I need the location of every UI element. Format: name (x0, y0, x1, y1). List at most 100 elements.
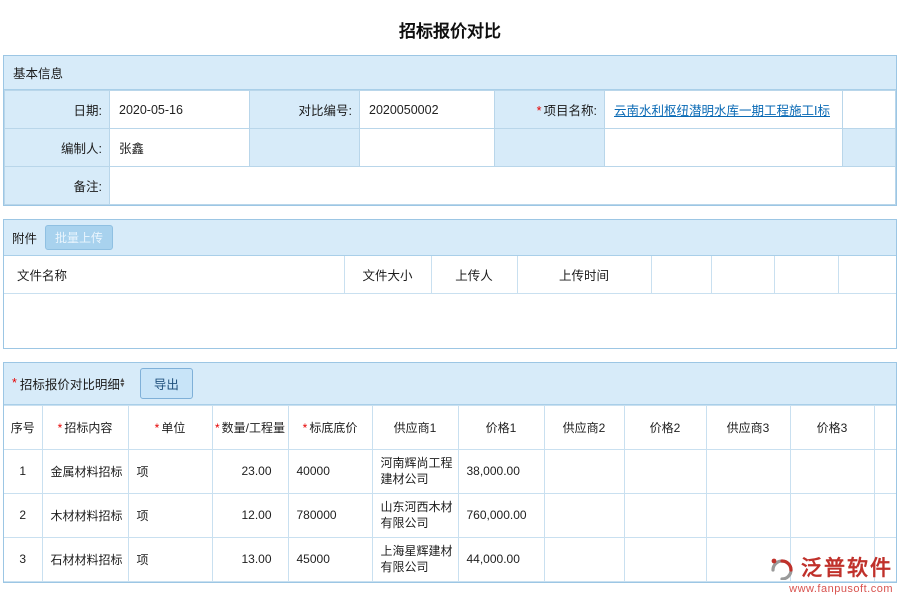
basic-info-row-1: 日期: 2020-05-16 对比编号: 2020050002 *项目名称: 云… (5, 91, 896, 129)
cell-no: 3 (4, 537, 42, 581)
required-mark: * (537, 104, 542, 118)
detail-section: * 招标报价对比明细 ▲▼ 导出 序号 *招标内容 *单位 *数量/工程量 *标… (3, 362, 897, 583)
cell-supplier2 (544, 449, 624, 493)
col-header-quantity-text: 数量/工程量 (222, 421, 285, 435)
remark-value (110, 167, 896, 205)
attachments-section: 附件 批量上传 文件名称 文件大小 上传人 上传时间 (3, 219, 897, 349)
cell-supplier3 (706, 493, 790, 537)
col-header-filler (874, 405, 896, 449)
col-header-base-price-text: 标底底价 (309, 421, 357, 435)
empty-header-cell (711, 256, 774, 293)
cell-content: 木材材料招标 (42, 493, 128, 537)
col-header-unit: *单位 (128, 405, 212, 449)
empty-label-cell (495, 129, 605, 167)
cell-base-price: 40000 (288, 449, 372, 493)
compare-no-label: 对比编号: (250, 91, 360, 129)
col-header-content-text: 招标内容 (64, 421, 112, 435)
remark-label: 备注: (5, 167, 110, 205)
cell-unit: 项 (128, 449, 212, 493)
fanpu-logo-icon (767, 554, 797, 580)
col-header-price1: 价格1 (458, 405, 544, 449)
empty-header-cell (774, 256, 838, 293)
col-header-unit-text: 单位 (161, 421, 185, 435)
cell-base-price: 45000 (288, 537, 372, 581)
cell-supplier2 (544, 537, 624, 581)
export-button[interactable]: 导出 (140, 368, 193, 399)
basic-info-section: 基本信息 日期: 2020-05-16 对比编号: 2020050002 *项目… (3, 55, 897, 206)
empty-header-cell (651, 256, 711, 293)
empty-header-cell (838, 256, 896, 293)
cell-quantity: 23.00 (212, 449, 288, 493)
project-name-cell: 云南水利枢纽潜明水库一期工程施工I标 (605, 91, 843, 129)
cell-supplier3 (706, 449, 790, 493)
cell-price3 (790, 449, 874, 493)
cell-base-price: 780000 (288, 493, 372, 537)
cell-price2 (624, 449, 706, 493)
cell-unit: 项 (128, 493, 212, 537)
empty-cell (843, 91, 896, 129)
compare-no-value: 2020050002 (360, 91, 495, 129)
project-name-link[interactable]: 云南水利枢纽潜明水库一期工程施工I标 (614, 104, 830, 118)
table-row: 1 金属材料招标 项 23.00 40000 河南辉尚工程建材公司 38,000… (4, 449, 896, 493)
cell-quantity: 13.00 (212, 537, 288, 581)
date-value: 2020-05-16 (110, 91, 250, 129)
batch-upload-button[interactable]: 批量上传 (45, 225, 113, 250)
attachments-header-bar: 附件 批量上传 (4, 220, 896, 256)
cell-supplier1: 河南辉尚工程建材公司 (372, 449, 458, 493)
required-mark: * (215, 421, 220, 435)
cell-no: 1 (4, 449, 42, 493)
cell-no: 2 (4, 493, 42, 537)
detail-header-row: 序号 *招标内容 *单位 *数量/工程量 *标底底价 供应商1 价格1 供应商2… (4, 405, 896, 449)
col-header-supplier3: 供应商3 (706, 405, 790, 449)
cell-supplier2 (544, 493, 624, 537)
detail-header-bar: * 招标报价对比明细 ▲▼ 导出 (4, 363, 896, 405)
cell-price1: 44,000.00 (458, 537, 544, 581)
cell-supplier1: 上海星辉建材有限公司 (372, 537, 458, 581)
basic-info-row-3: 备注: (5, 167, 896, 205)
col-header-base-price: *标底底价 (288, 405, 372, 449)
basic-info-section-header: 基本信息 (4, 56, 896, 90)
empty-label-cell (250, 129, 360, 167)
col-header-content: *招标内容 (42, 405, 128, 449)
brand-url: www.fanpusoft.com (767, 583, 893, 595)
project-name-label-text: 项目名称: (544, 104, 597, 118)
basic-info-row-2: 编制人: 张鑫 (5, 129, 896, 167)
sort-icon[interactable]: ▲▼ (119, 378, 126, 389)
creator-label: 编制人: (5, 129, 110, 167)
cell-content: 金属材料招标 (42, 449, 128, 493)
page-title: 招标报价对比 (0, 0, 900, 55)
attachments-header-row: 文件名称 文件大小 上传人 上传时间 (4, 256, 896, 293)
required-mark: * (12, 376, 17, 390)
cell-unit: 项 (128, 537, 212, 581)
table-row: 2 木材材料招标 项 12.00 780000 山东河西木材有限公司 760,0… (4, 493, 896, 537)
attachments-title: 附件 (12, 228, 37, 247)
attachments-table: 文件名称 文件大小 上传人 上传时间 (4, 256, 896, 294)
date-label: 日期: (5, 91, 110, 129)
cell-price1: 38,000.00 (458, 449, 544, 493)
cell-price1: 760,000.00 (458, 493, 544, 537)
cell-content: 石材材料招标 (42, 537, 128, 581)
required-mark: * (155, 421, 160, 435)
brand-name: 泛普软件 (801, 552, 893, 582)
required-mark: * (303, 421, 308, 435)
cell-filler (874, 493, 896, 537)
basic-info-table: 日期: 2020-05-16 对比编号: 2020050002 *项目名称: 云… (4, 90, 896, 205)
col-header-supplier2: 供应商2 (544, 405, 624, 449)
cell-price2 (624, 493, 706, 537)
cell-quantity: 12.00 (212, 493, 288, 537)
cell-filler (874, 449, 896, 493)
required-mark: * (58, 421, 63, 435)
col-header-price2: 价格2 (624, 405, 706, 449)
cell-price3 (790, 493, 874, 537)
file-size-header: 文件大小 (344, 256, 431, 293)
file-name-header: 文件名称 (4, 256, 344, 293)
cell-price2 (624, 537, 706, 581)
col-header-supplier1: 供应商1 (372, 405, 458, 449)
detail-table: 序号 *招标内容 *单位 *数量/工程量 *标底底价 供应商1 价格1 供应商2… (4, 405, 896, 582)
attachments-empty-area (4, 294, 896, 348)
footer-brand: 泛普软件 www.fanpusoft.com (767, 552, 893, 595)
empty-label-cell (843, 129, 896, 167)
creator-value: 张鑫 (110, 129, 250, 167)
col-header-quantity: *数量/工程量 (212, 405, 288, 449)
col-header-no: 序号 (4, 405, 42, 449)
